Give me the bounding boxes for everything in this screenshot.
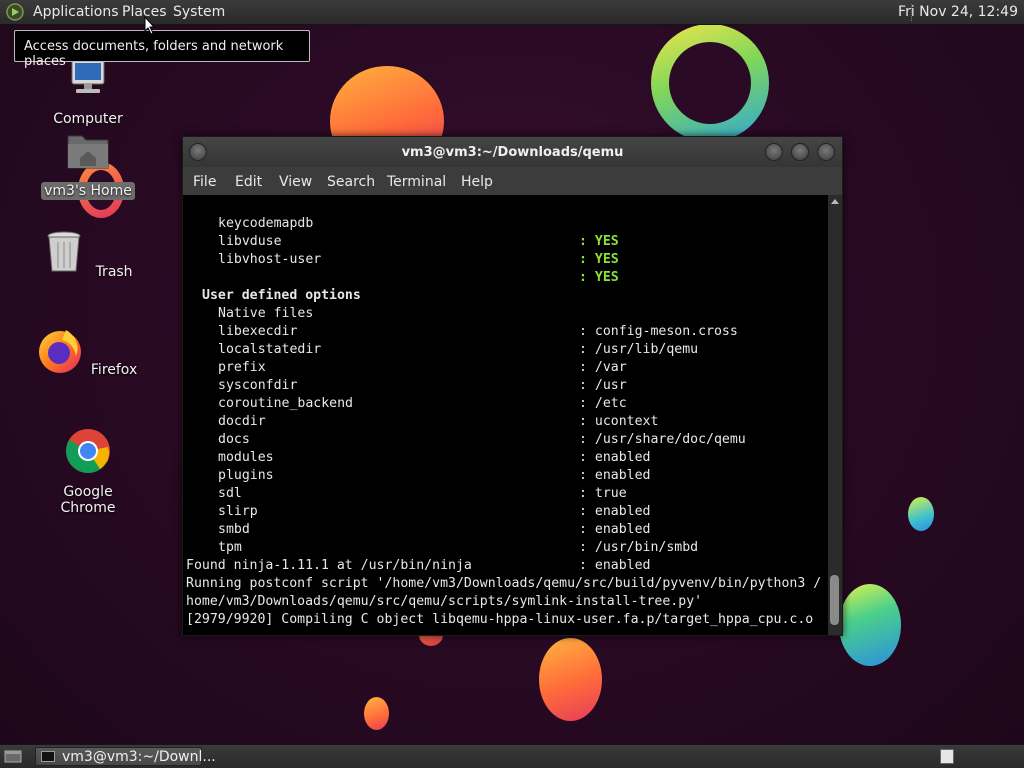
menu-edit[interactable]: Edit	[235, 174, 262, 190]
terminal-menubar: File Edit View Search Terminal Help	[183, 167, 842, 195]
blue-bubble-right	[839, 584, 901, 666]
terminal-line: docdir : /usr/share/doc/qemu	[186, 395, 746, 447]
terminal-line: Running postconf script '/home/vm3/Downl…	[186, 576, 822, 591]
menu-file[interactable]: File	[193, 174, 216, 190]
terminal-titlebar[interactable]: vm3@vm3:~/Downloads/qemu	[183, 137, 842, 167]
terminal-scrollbar[interactable]	[828, 195, 842, 635]
terminal-line: slirp : enabled	[186, 485, 650, 537]
desktop-icon-trash[interactable]: Trash	[33, 228, 143, 281]
option-value: : enabled	[579, 504, 651, 519]
menu-terminal[interactable]: Terminal	[387, 174, 446, 190]
chrome-icon	[66, 429, 110, 473]
desktop-icon-label: vm3's Home	[41, 182, 135, 200]
option-key: tpm	[218, 540, 242, 555]
terminal-window[interactable]: vm3@vm3:~/Downloads/qemu File Edit View …	[182, 136, 843, 636]
terminal-line: localstatedir : /var	[186, 323, 627, 375]
menu-search[interactable]: Search	[327, 174, 375, 190]
terminal-line: Found ninja-1.11.1 at /usr/bin/ninja	[186, 558, 472, 573]
terminal-line: coroutine_backend : ucontext	[186, 377, 658, 429]
home-folder-icon	[67, 135, 109, 169]
terminal-line: tpm : enabled	[186, 521, 650, 573]
mouse-cursor-icon	[144, 16, 156, 35]
scrollbar-thumb[interactable]	[830, 575, 839, 625]
terminal-output[interactable]: keycodemapdb : YES libvduse : YES libvho…	[183, 195, 827, 635]
terminal-line: libvhost-user : YES	[186, 233, 619, 285]
terminal-line: sdl : enabled	[186, 467, 650, 519]
bottom-panel: vm3@vm3:~/Downl...	[0, 744, 1024, 768]
desktop-icon-label: Firefox	[90, 362, 138, 378]
show-desktop-icon[interactable]	[4, 749, 22, 763]
desktop-icon-chrome[interactable]: Google Chrome	[33, 427, 143, 517]
trash-icon	[47, 231, 81, 272]
terminal-line: Native files : config-meson.cross	[186, 287, 738, 339]
small-orange-bubble	[364, 697, 389, 730]
option-value: : enabled	[579, 468, 651, 483]
terminal-line: prefix : /usr	[186, 341, 627, 393]
scroll-up-arrow-icon[interactable]	[831, 199, 839, 204]
option-value: : YES	[579, 234, 619, 249]
taskbar-window-label: vm3@vm3:~/Downl...	[62, 749, 216, 765]
terminal-line: keycodemapdb : YES	[186, 197, 619, 249]
terminal-line: User defined options	[186, 269, 361, 303]
option-key: coroutine_backend	[218, 396, 353, 411]
applications-menu[interactable]: Applications	[33, 4, 119, 20]
taskbar-window-button[interactable]: vm3@vm3:~/Downl...	[35, 747, 216, 766]
terminal-line: libvduse : YES	[186, 215, 619, 267]
option-value: : enabled	[579, 450, 651, 465]
option-value: : /usr/lib/qemu	[579, 342, 699, 357]
terminal-title: vm3@vm3:~/Downloads/qemu	[401, 145, 624, 160]
minimize-button[interactable]	[765, 143, 783, 161]
menu-help[interactable]: Help	[461, 174, 493, 190]
desktop-icon-label: Trash	[95, 264, 133, 280]
green-ring-decoration	[651, 24, 769, 142]
close-button[interactable]	[817, 143, 835, 161]
terminal-line: home/vm3/Downloads/qemu/src/qemu/scripts…	[186, 594, 703, 609]
workspace-switcher[interactable]	[940, 749, 954, 764]
option-key: libvhost-user	[218, 252, 322, 267]
option-value: : /usr/share/doc/qemu	[579, 432, 746, 447]
option-value: : true	[579, 486, 627, 501]
desktop-icon-home[interactable]: vm3's Home	[33, 126, 143, 200]
small-bubble-right	[908, 497, 934, 531]
option-value: : ucontext	[579, 414, 659, 429]
option-value: : /var	[579, 360, 627, 375]
option-value: : YES	[579, 270, 619, 285]
distro-logo-icon[interactable]	[6, 3, 24, 21]
desktop-icon-firefox[interactable]: Firefox	[33, 326, 143, 379]
desktop-icon-label: Google Chrome	[60, 484, 116, 516]
system-menu[interactable]: System	[173, 4, 225, 20]
option-value: : enabled	[579, 522, 651, 537]
menu-view[interactable]: View	[279, 174, 312, 190]
orange-bubble-bottom	[539, 638, 602, 721]
terminal-line: modules : enabled	[186, 431, 650, 483]
terminal-line: docs : enabled	[186, 413, 650, 465]
option-value: : /etc	[579, 396, 627, 411]
option-value: : config-meson.cross	[579, 324, 738, 339]
option-value: : /usr/bin/smbd	[579, 540, 699, 555]
terminal-line: plugins : true	[186, 449, 627, 501]
places-tooltip: Access documents, folders and network pl…	[14, 30, 310, 69]
clock[interactable]: Fri Nov 24, 12:49	[898, 4, 1018, 20]
terminal-line: libexecdir : /usr/lib/qemu	[186, 305, 698, 357]
terminal-line: sysconfdir : /etc	[186, 359, 627, 411]
option-value: : /usr	[579, 378, 627, 393]
option-value: : YES	[579, 252, 619, 267]
terminal-line: [2979/9920] Compiling C object libqemu-h…	[186, 612, 814, 627]
firefox-icon	[38, 330, 81, 373]
terminal-line: smbd : /usr/bin/smbd	[186, 503, 698, 555]
option-value: : enabled	[579, 558, 651, 573]
maximize-button[interactable]	[791, 143, 809, 161]
terminal-icon	[41, 751, 55, 762]
